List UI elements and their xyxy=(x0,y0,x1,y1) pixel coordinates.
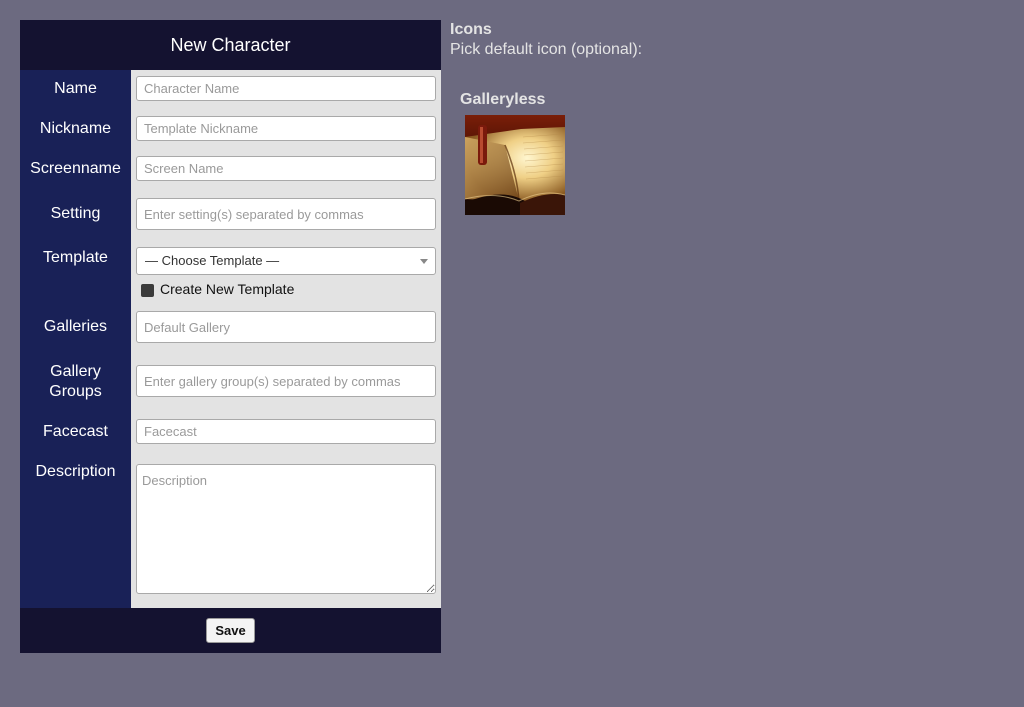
template-row: Template — Choose Template — Create New … xyxy=(20,239,441,303)
facecast-row: Facecast xyxy=(20,413,441,453)
form-footer: Save xyxy=(20,608,441,653)
chevron-down-icon xyxy=(420,259,428,264)
description-label: Description xyxy=(20,453,131,608)
form-title: New Character xyxy=(20,20,441,70)
book-icon[interactable] xyxy=(465,115,565,215)
name-label: Name xyxy=(20,70,131,110)
create-template-label: Create New Template xyxy=(160,281,295,297)
galleries-row: Galleries xyxy=(20,303,441,351)
screen-name-input[interactable] xyxy=(136,156,436,181)
gallery-name: Galleryless xyxy=(460,91,546,108)
create-template-checkbox[interactable] xyxy=(141,283,154,297)
setting-row: Setting xyxy=(20,190,441,239)
facecast-label: Facecast xyxy=(20,413,131,453)
gallery-groups-row: Gallery Groups xyxy=(20,351,441,413)
template-label: Template xyxy=(20,239,131,303)
nickname-row: Nickname xyxy=(20,110,441,150)
gallery-groups-label: Gallery Groups xyxy=(20,351,131,413)
screenname-label: Screenname xyxy=(20,150,131,190)
template-nickname-input[interactable] xyxy=(136,116,436,141)
default-gallery-input[interactable] xyxy=(136,311,436,343)
icons-heading: Icons xyxy=(450,21,492,38)
template-select-value: — Choose Template — xyxy=(145,253,280,268)
gallery-groups-input[interactable] xyxy=(136,365,436,397)
icons-subtitle: Pick default icon (optional): xyxy=(450,41,643,58)
facecast-input[interactable] xyxy=(136,419,436,444)
template-select[interactable]: — Choose Template — xyxy=(136,247,436,275)
name-row: Name xyxy=(20,70,441,110)
galleries-label: Galleries xyxy=(20,303,131,351)
description-textarea[interactable] xyxy=(136,464,436,594)
nickname-label: Nickname xyxy=(20,110,131,150)
new-character-form: New Character Name Nickname Screenname S… xyxy=(20,20,441,653)
screenname-row: Screenname xyxy=(20,150,441,190)
description-row: Description xyxy=(20,453,441,608)
gallery-groups-label-line2: Groups xyxy=(49,383,102,400)
gallery-groups-label-line1: Gallery xyxy=(50,363,101,380)
save-button[interactable]: Save xyxy=(206,618,255,643)
setting-input[interactable] xyxy=(136,198,436,230)
character-name-input[interactable] xyxy=(136,76,436,101)
setting-label: Setting xyxy=(20,190,131,239)
